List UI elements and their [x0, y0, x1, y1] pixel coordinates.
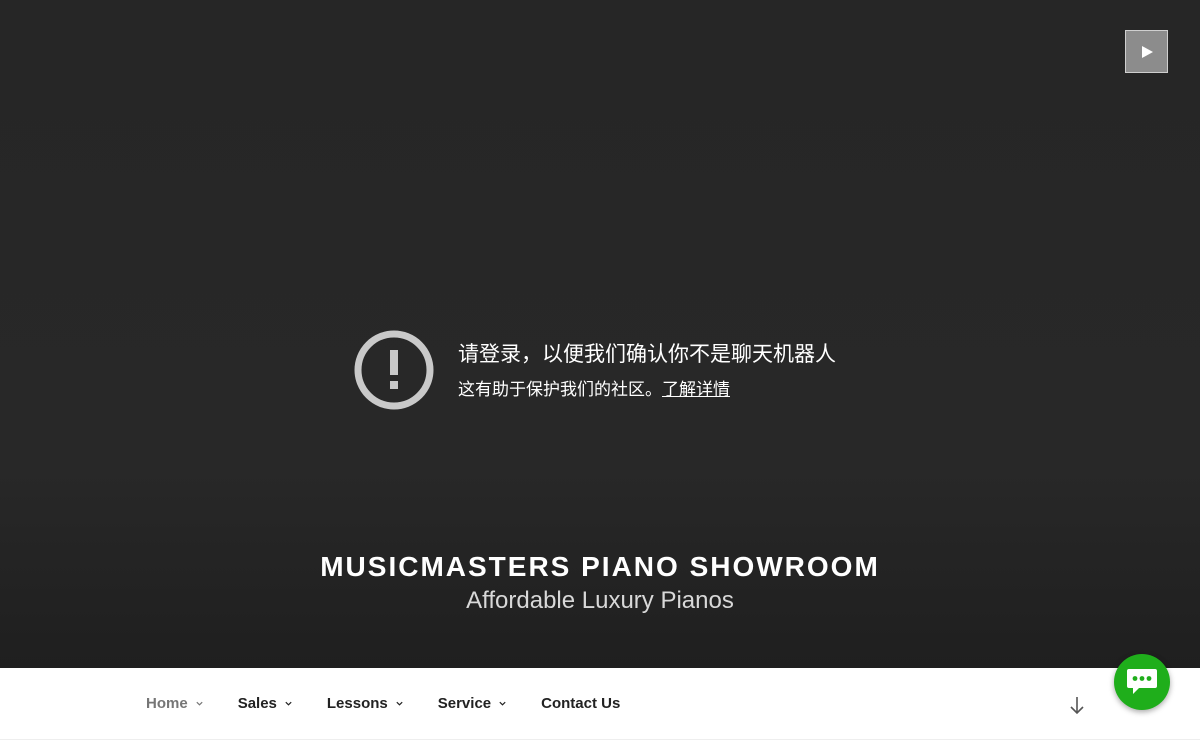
nav-item-contact-us[interactable]: Contact Us — [541, 695, 620, 712]
nav-item-label: Contact Us — [541, 695, 621, 712]
nav-menu: Home Sales Lessons Service Contact Us — [146, 668, 654, 739]
notice-subtitle-text: 这有助于保护我们的社区。 — [458, 380, 662, 400]
site-title[interactable]: MUSICMASTERS PIANO SHOWROOM — [0, 551, 1200, 583]
chat-bubble-icon — [1127, 669, 1157, 694]
nav-item-label: Service — [437, 695, 492, 712]
nav-item-home[interactable]: Home — [146, 695, 204, 712]
notice-title: 请登录，以便我们确认你不是聊天机器人 — [458, 342, 836, 366]
nav-item-label: Sales — [237, 695, 277, 712]
arrow-down-icon[interactable] — [1067, 694, 1087, 716]
nav-item-service[interactable]: Service — [438, 695, 507, 712]
play-icon — [1141, 45, 1153, 58]
header-media: 请登录，以便我们确认你不是聊天机器人 这有助于保护我们的社区。了解详情 MUSI… — [0, 0, 1200, 668]
login-notice: 请登录，以便我们确认你不是聊天机器人 这有助于保护我们的社区。了解详情 — [354, 330, 874, 412]
nav-item-label: Home — [146, 695, 188, 712]
notice-subtitle: 这有助于保护我们的社区。了解详情 — [458, 375, 730, 400]
main-navigation: Home Sales Lessons Service Contact Us — [0, 668, 1200, 740]
chevron-down-icon — [499, 701, 506, 706]
site-description: Affordable Luxury Pianos — [466, 587, 734, 614]
exclamation-circle-icon — [354, 330, 434, 410]
nav-item-sales[interactable]: Sales — [238, 695, 293, 712]
video-play-button[interactable] — [1125, 30, 1168, 73]
chevron-down-icon — [396, 701, 403, 706]
chevron-down-icon — [285, 701, 292, 706]
chevron-down-icon — [196, 701, 203, 706]
chat-button[interactable] — [1114, 654, 1170, 710]
nav-item-label: Lessons — [326, 695, 388, 712]
nav-item-lessons[interactable]: Lessons — [327, 695, 404, 712]
learn-more-link[interactable]: 了解详情 — [662, 380, 730, 400]
